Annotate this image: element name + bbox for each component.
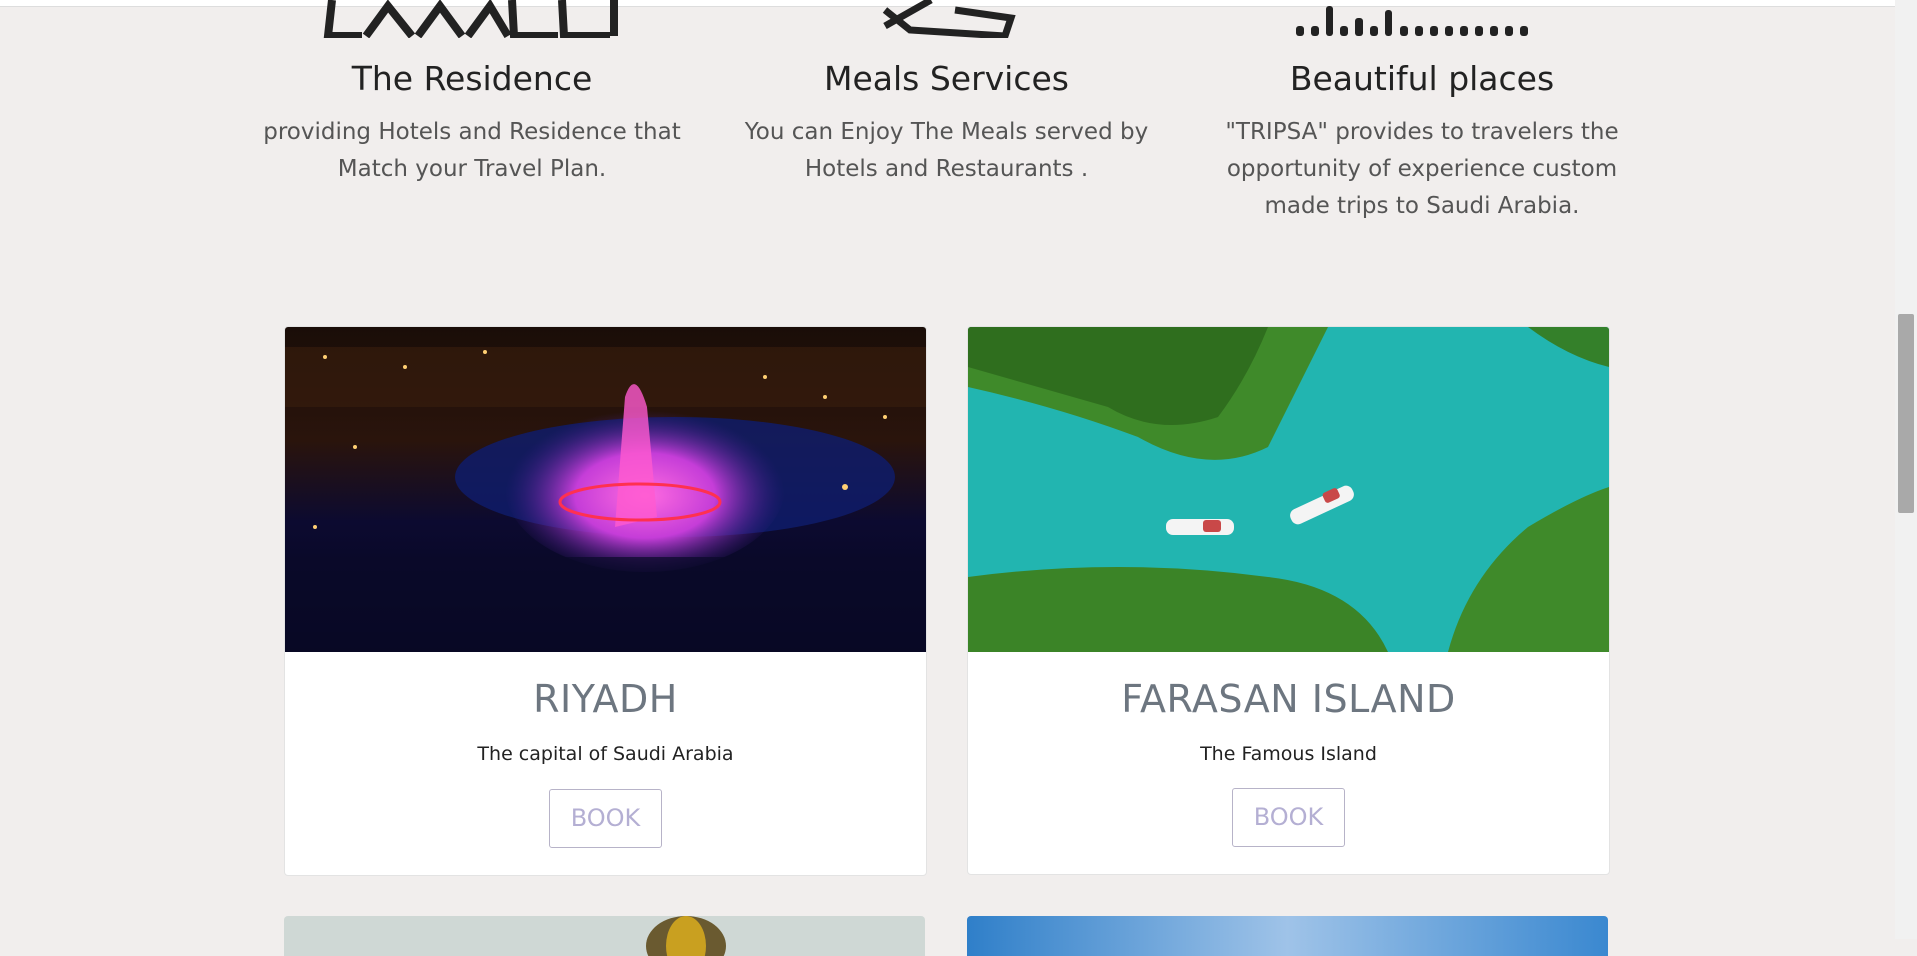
card-title: RIYADH	[533, 677, 678, 721]
feature-description: "TRIPSA" provides to travelers the oppor…	[1225, 119, 1619, 219]
farasan-island-photo	[968, 327, 1609, 652]
feature-title: The Residence	[351, 59, 593, 98]
book-button[interactable]: BOOK	[1232, 788, 1345, 847]
next-card-sky	[967, 916, 1608, 956]
cutlery-icon	[735, 0, 1158, 40]
page-scrollbar[interactable]	[1895, 0, 1917, 939]
feature-places: Beautiful places "TRIPSA" provides to tr…	[1214, 0, 1630, 230]
book-button[interactable]: BOOK	[549, 789, 662, 848]
riyadh-fountain-photo	[285, 327, 926, 652]
destination-card-farasan: FARASAN ISLAND The Famous Island BOOK	[967, 326, 1610, 875]
feature-title: Meals Services	[823, 59, 1069, 98]
card-title: FARASAN ISLAND	[1121, 677, 1456, 721]
next-card-balloon	[284, 916, 925, 956]
card-subtitle: The capital of Saudi Arabia	[477, 743, 734, 765]
feature-description: You can Enjoy The Meals served by Hotels…	[744, 119, 1149, 182]
card-subtitle: The Famous Island	[1200, 743, 1377, 765]
destination-card-riyadh: RIYADH The capital of Saudi Arabia BOOK	[284, 326, 927, 876]
skyline-icon	[1214, 0, 1630, 38]
feature-title: Beautiful places	[1289, 59, 1555, 98]
scrollbar-thumb[interactable]	[1898, 314, 1914, 513]
feature-description: providing Hotels and Residence that Matc…	[263, 119, 681, 182]
building-icon	[258, 0, 686, 40]
feature-residence: The Residence providing Hotels and Resid…	[258, 0, 686, 230]
feature-meals: Meals Services You can Enjoy The Meals s…	[735, 0, 1158, 230]
